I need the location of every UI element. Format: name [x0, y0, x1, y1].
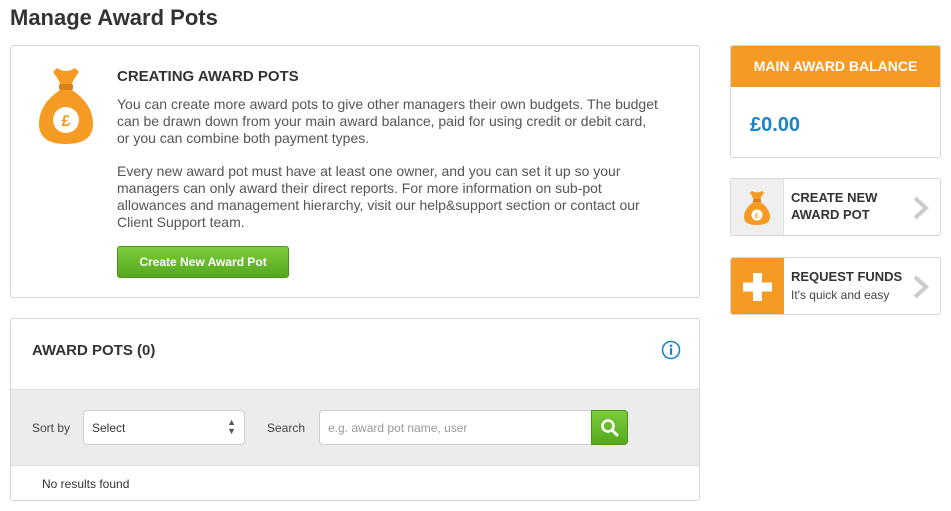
request-funds-title: REQUEST FUNDS [791, 269, 903, 284]
sort-by-label: Sort by [32, 421, 71, 435]
create-icon-box: £ [731, 179, 784, 235]
intro-paragraph-1-line: can be drawn down from your main award b… [117, 113, 647, 129]
award-pots-title: AWARD POTS (0) [32, 342, 156, 359]
intro-paragraph-2-line: managers can only award their direct rep… [117, 180, 602, 196]
intro-title: CREATING AWARD POTS [117, 68, 299, 85]
intro-paragraph-2-line: Client Support team. [117, 214, 245, 230]
money-bag-icon: £ [744, 191, 770, 225]
create-new-award-pot-button[interactable]: Create New Award Pot [117, 246, 289, 278]
intro-paragraph-2: Every new award pot must have at least o… [117, 163, 687, 231]
chevron-right-icon [913, 275, 929, 299]
intro-paragraph-1-line: or you can combine both payment types. [117, 130, 370, 146]
request-funds-card[interactable]: REQUEST FUNDS It's quick and easy [730, 257, 941, 315]
create-new-award-pot-card[interactable]: £ CREATE NEW AWARD POT [730, 178, 941, 236]
intro-paragraph-2-line: Every new award pot must have at least o… [117, 163, 621, 179]
search-button[interactable] [591, 410, 628, 445]
search-icon [601, 419, 619, 437]
page-title: Manage Award Pots [10, 5, 218, 30]
intro-paragraph-2-line: allowances and management hierarchy, vis… [117, 197, 640, 213]
sort-select[interactable]: Select ▲ ▼ [83, 410, 245, 445]
search-label: Search [267, 421, 306, 435]
creating-award-pots-panel: £ CREATING AWARD POTS You can create mor… [10, 45, 700, 298]
balance-header: MAIN AWARD BALANCE [731, 46, 940, 87]
money-bag-icon: £ [35, 64, 97, 148]
create-card-title-line1: CREATE NEW [791, 190, 878, 205]
svg-text:£: £ [62, 113, 71, 130]
request-funds-subtitle: It's quick and easy [791, 288, 890, 302]
sort-select-value: Select [92, 421, 126, 435]
main-award-balance-panel: MAIN AWARD BALANCE £0.00 [730, 45, 941, 158]
search-input[interactable] [319, 410, 591, 445]
filter-bar: Sort by Select ▲ ▼ Search [11, 389, 699, 466]
svg-text:£: £ [755, 213, 759, 220]
award-pots-header: AWARD POTS (0) [11, 319, 699, 389]
select-arrows-icon: ▲ ▼ [227, 417, 236, 436]
request-icon-box [731, 258, 784, 314]
intro-paragraph-1-line: You can create more award pots to give o… [117, 96, 658, 112]
intro-paragraph-1: You can create more award pots to give o… [117, 96, 687, 147]
no-results-text: No results found [42, 477, 130, 491]
create-card-title-line2: AWARD POT [791, 207, 870, 222]
info-icon[interactable] [661, 340, 681, 360]
balance-amount: £0.00 [750, 114, 801, 136]
plus-icon [743, 273, 772, 301]
chevron-right-icon [913, 196, 929, 220]
award-pots-panel: AWARD POTS (0) Sort by Select ▲ ▼ Search … [10, 318, 700, 501]
